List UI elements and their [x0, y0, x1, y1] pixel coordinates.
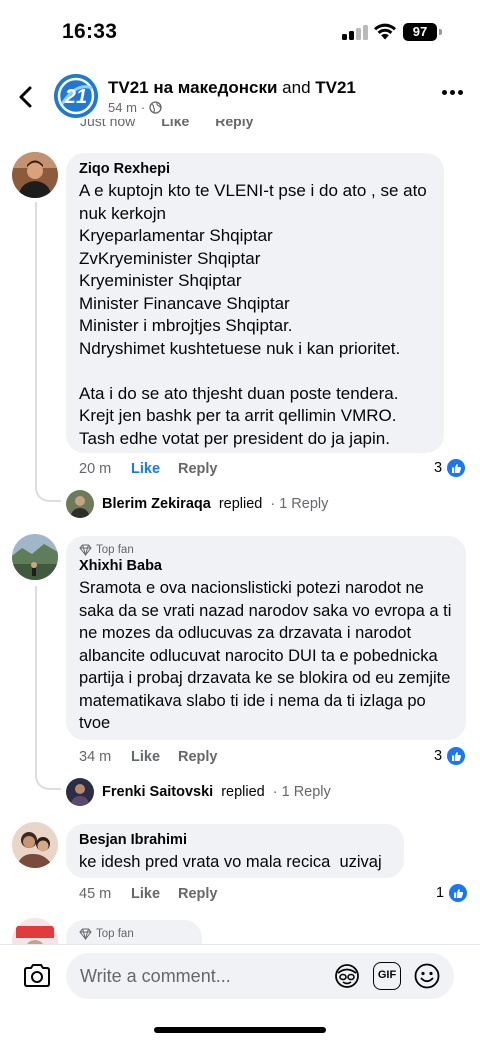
replies-summary[interactable]: Frenki Saitovski replied · 1 Reply — [66, 778, 331, 806]
home-indicator — [154, 1027, 326, 1033]
cellular-signal-icon — [342, 24, 368, 40]
wifi-icon — [374, 23, 396, 40]
battery-indicator: 97 — [403, 23, 437, 41]
globe-icon — [149, 101, 162, 114]
post-time: 54 m — [108, 100, 137, 115]
replier-avatar — [66, 778, 94, 806]
top-fan-badge: Top fan — [79, 544, 453, 556]
replier-name[interactable]: Frenki Saitovski — [102, 784, 213, 800]
avatar[interactable] — [12, 822, 58, 868]
comment-time: 45 m — [79, 886, 112, 902]
comment-author[interactable]: Besjan Ibrahimi — [79, 832, 391, 848]
reaction-count[interactable]: 3 — [434, 459, 466, 477]
status-time: 16:33 — [62, 20, 118, 43]
replies-summary[interactable]: Blerim Zekiraqa replied · 1 Reply — [66, 490, 328, 518]
title-and: and — [277, 78, 316, 97]
top-fan-label: Top fan — [96, 928, 134, 940]
comment-author[interactable]: Ziqo Rexhepi — [79, 161, 431, 177]
thread-line — [35, 586, 37, 770]
like-reaction-icon — [447, 459, 466, 477]
diamond-icon — [79, 544, 92, 556]
status-bar: 16:33 97 — [0, 0, 480, 64]
reaction-number: 3 — [434, 748, 443, 764]
comment-bubble[interactable]: Ziqo Rexhepi A e kuptojn kto te VLENI-t … — [66, 153, 444, 453]
meta-separator: · — [140, 100, 146, 115]
reply-button[interactable]: Reply — [178, 749, 218, 765]
comment-actions: 20 m Like Reply — [79, 461, 236, 477]
replier-name[interactable]: Blerim Zekiraqa — [102, 496, 211, 512]
reply-count: · 1 Reply — [272, 784, 331, 800]
prev-like-button[interactable]: Like — [161, 119, 189, 129]
comment-text: ke idesh pred vrata vo mala recica uziva… — [79, 853, 382, 871]
comment-composer: GIF — [0, 944, 480, 1040]
comment-author[interactable]: Xhixhi Baba — [79, 558, 453, 574]
post-meta: 54 m · — [108, 100, 162, 115]
top-fan-label: Top fan — [96, 544, 134, 556]
comment-text: A e kuptojn kto te VLENI-t pse i do ato … — [79, 181, 427, 448]
battery-tip — [439, 29, 442, 35]
more-options-icon[interactable] — [442, 90, 463, 95]
reply-button[interactable]: Reply — [178, 461, 218, 477]
back-arrow-icon[interactable] — [14, 84, 38, 110]
reaction-count[interactable]: 1 — [436, 884, 468, 902]
like-button[interactable]: Like — [131, 886, 160, 902]
like-button[interactable]: Like — [131, 461, 160, 477]
comment-time: 34 m — [79, 749, 112, 765]
comment-text: Sramota e ova nacionslisticki potezi nar… — [79, 579, 456, 732]
page-name-1[interactable]: TV21 на македонски — [108, 78, 277, 97]
reaction-number: 3 — [434, 460, 443, 476]
comment-actions: 45 m Like Reply — [79, 886, 236, 902]
logo-text: 21 — [64, 86, 87, 108]
replier-avatar — [66, 490, 94, 518]
comment-time: 20 m — [79, 461, 112, 477]
camera-icon[interactable] — [22, 963, 52, 989]
comment-actions: 34 m Like Reply — [79, 749, 236, 765]
like-button[interactable]: Like — [131, 749, 160, 765]
replied-label: replied — [218, 496, 263, 512]
page-logo-avatar[interactable]: 21 — [54, 74, 98, 118]
comment-bubble[interactable]: Besjan Ibrahimi ke idesh pred vrata vo m… — [66, 824, 404, 878]
top-fan-badge: Top fan — [79, 928, 189, 940]
thread-line — [35, 202, 37, 482]
comment-bubble[interactable]: Top fan Xhixhi Baba Sramota e ova nacion… — [66, 536, 466, 740]
prev-reply-button[interactable]: Reply — [215, 119, 253, 129]
reaction-count[interactable]: 3 — [434, 747, 466, 765]
tv21-logo-icon: 21 — [54, 74, 98, 118]
thread-connector — [35, 770, 61, 790]
replied-label: replied — [221, 784, 265, 800]
diamond-icon — [79, 928, 92, 940]
emoji-icon[interactable] — [413, 962, 441, 990]
page-name-2[interactable]: TV21 — [315, 78, 356, 97]
avatar[interactable] — [12, 534, 58, 580]
avatar[interactable] — [12, 152, 58, 198]
gif-icon[interactable]: GIF — [373, 962, 401, 990]
thread-connector — [35, 482, 61, 502]
post-title[interactable]: TV21 на македонски and TV21 — [108, 78, 356, 98]
avatar-sticker-icon[interactable] — [333, 962, 361, 990]
reaction-number: 1 — [436, 885, 445, 901]
reply-count: · 1 Reply — [270, 496, 329, 512]
like-reaction-icon — [449, 884, 468, 902]
prev-time: Just now — [80, 119, 136, 129]
like-reaction-icon — [447, 747, 466, 765]
previous-comment-actions: Just now Like Reply — [80, 119, 280, 131]
reply-button[interactable]: Reply — [178, 886, 218, 902]
